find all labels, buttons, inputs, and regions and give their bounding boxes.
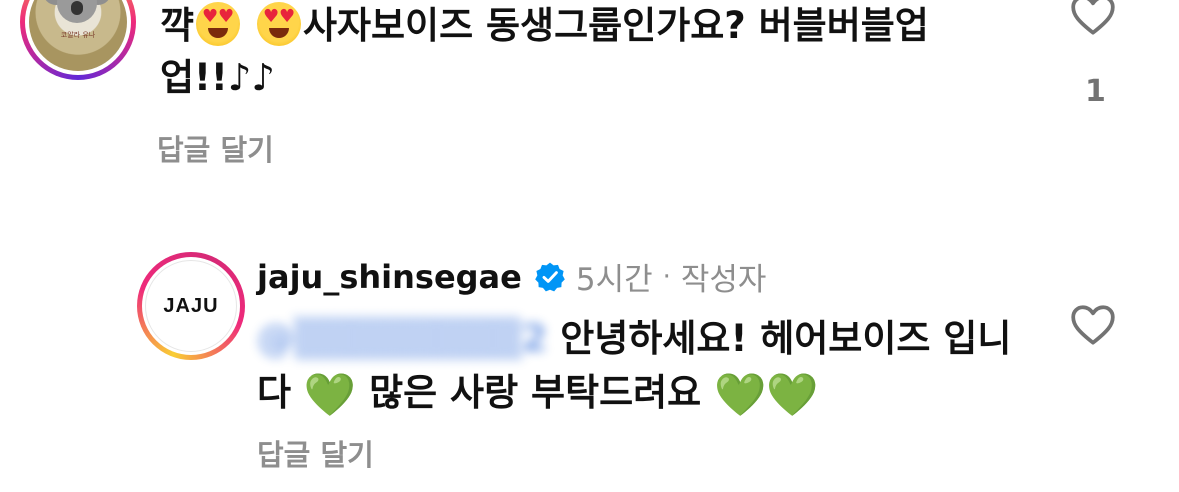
comment-item: 코알라 유나 꺅 사자보이즈 동생그룹인가요? 버블버블업 업!!♪♪ 답글 달… <box>0 0 1179 200</box>
jaju-logo: JAJU <box>145 260 237 352</box>
like-count: 1 <box>1085 74 1106 109</box>
comment-header: jaju_shinsegae 5시간 · 작성자 <box>257 254 766 299</box>
mention-link[interactable]: @▒▒▒▒▒▒▒▒2 <box>257 317 547 360</box>
commenter-avatar[interactable]: 코알라 유나 <box>20 0 136 80</box>
avatar-caption: 코알라 유나 <box>60 31 96 39</box>
comment-text-line2: 업!! <box>160 56 228 99</box>
separator-dot: · <box>662 261 671 292</box>
comment-text-line2b: 많은 사랑 부탁드려요 <box>356 371 715 414</box>
reply-button[interactable]: 답글 달기 <box>157 127 274 169</box>
heart-outline-icon[interactable] <box>1068 0 1118 40</box>
reply-button[interactable]: 답글 달기 <box>257 432 374 474</box>
comment-text: 꺅 사자보이즈 동생그룹인가요? 버블버블업 업!!♪♪ <box>160 0 1020 104</box>
music-notes-icon: ♪♪ <box>227 56 276 99</box>
comment-text: @▒▒▒▒▒▒▒▒2 안녕하세요! 헤어보이즈 입니 다 💚 많은 사랑 부탁드… <box>257 312 1037 422</box>
author-avatar[interactable]: JAJU <box>137 252 245 360</box>
comment-timestamp: 5시간 <box>575 262 653 298</box>
comment-text-line2a: 다 <box>257 371 304 414</box>
comment-text-line1: 안녕하세요! 헤어보이즈 입니 <box>547 317 1012 360</box>
heart-eyes-emoji-icon <box>256 2 301 46</box>
author-label: 작성자 <box>680 262 767 298</box>
koala-nose <box>71 1 83 15</box>
username-link[interactable]: jaju_shinsegae <box>257 258 522 296</box>
heart-eyes-emoji-icon <box>196 2 241 46</box>
green-heart-icon: 💚 <box>714 370 767 419</box>
heart-outline-icon[interactable] <box>1068 300 1118 350</box>
verified-badge-icon <box>535 262 565 291</box>
comment-text-main: 사자보이즈 동생그룹인가요? 버블버블업 <box>302 4 929 47</box>
koala-avatar-image: 코알라 유나 <box>29 0 127 71</box>
comment-text-prefix: 꺅 <box>160 4 195 47</box>
avatar-ring-inner: JAJU <box>142 257 240 355</box>
green-heart-icon: 💚 <box>303 370 357 419</box>
green-heart-icon: 💚 <box>766 370 819 419</box>
avatar-ring-inner: 코알라 유나 <box>25 0 131 75</box>
